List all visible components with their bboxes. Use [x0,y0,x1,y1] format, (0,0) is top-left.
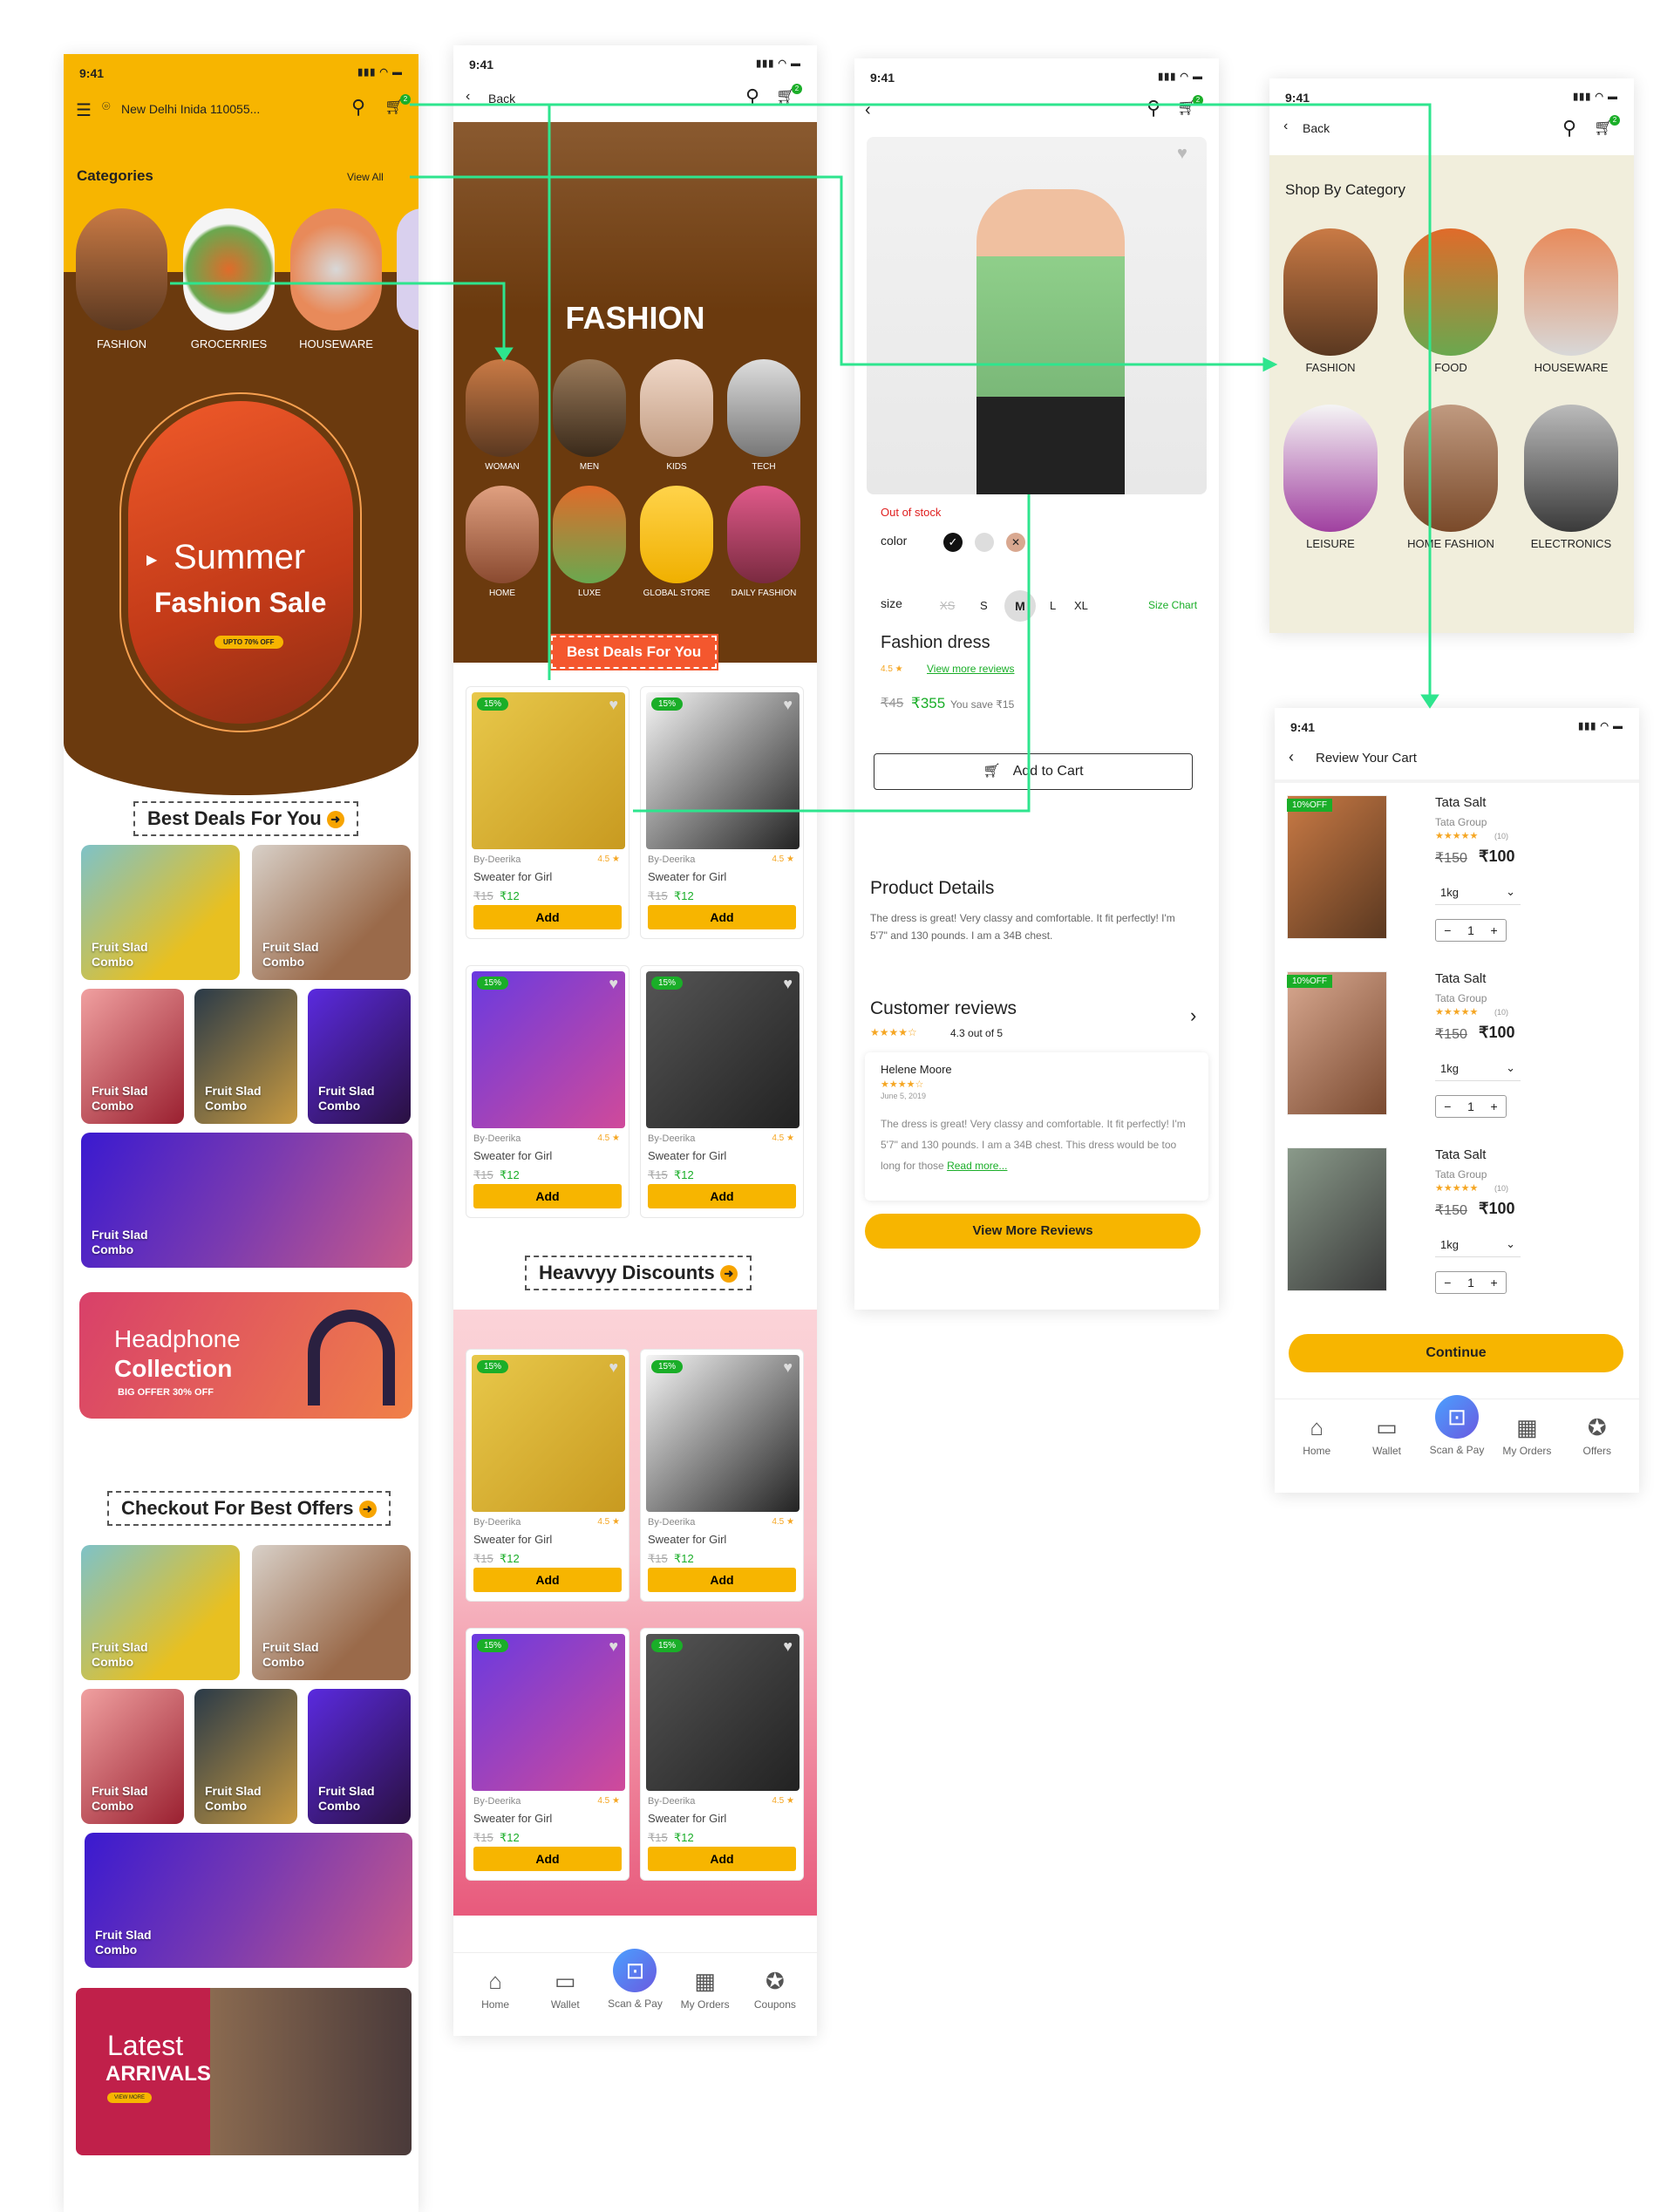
flow-line-viewall [410,175,1264,366]
flow-connectors [170,103,1439,813]
arrow-head [1262,357,1278,372]
flow-line-card [633,494,1031,813]
flow-line-fashion [170,282,506,349]
arrow-head [1420,694,1439,709]
arrow-head [494,347,514,362]
flow-line-cart [410,103,1432,704]
